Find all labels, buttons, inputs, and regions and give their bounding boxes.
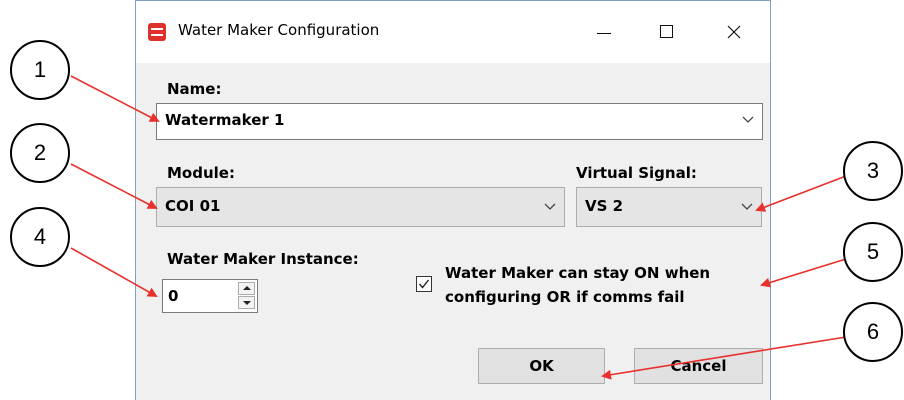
callout-3: 3 bbox=[843, 141, 903, 201]
arrow-5 bbox=[760, 258, 847, 288]
callout-4: 4 bbox=[10, 207, 70, 267]
arrow-2 bbox=[70, 163, 158, 209]
callout-5: 5 bbox=[843, 222, 903, 282]
arrow-4 bbox=[70, 247, 158, 297]
callout-1: 1 bbox=[10, 40, 70, 100]
callout-6: 6 bbox=[843, 302, 903, 362]
callout-2: 2 bbox=[10, 123, 70, 183]
annotation-arrows bbox=[70, 75, 847, 380]
arrow-6 bbox=[601, 336, 847, 380]
arrow-1 bbox=[70, 75, 160, 122]
arrow-3 bbox=[755, 175, 847, 212]
